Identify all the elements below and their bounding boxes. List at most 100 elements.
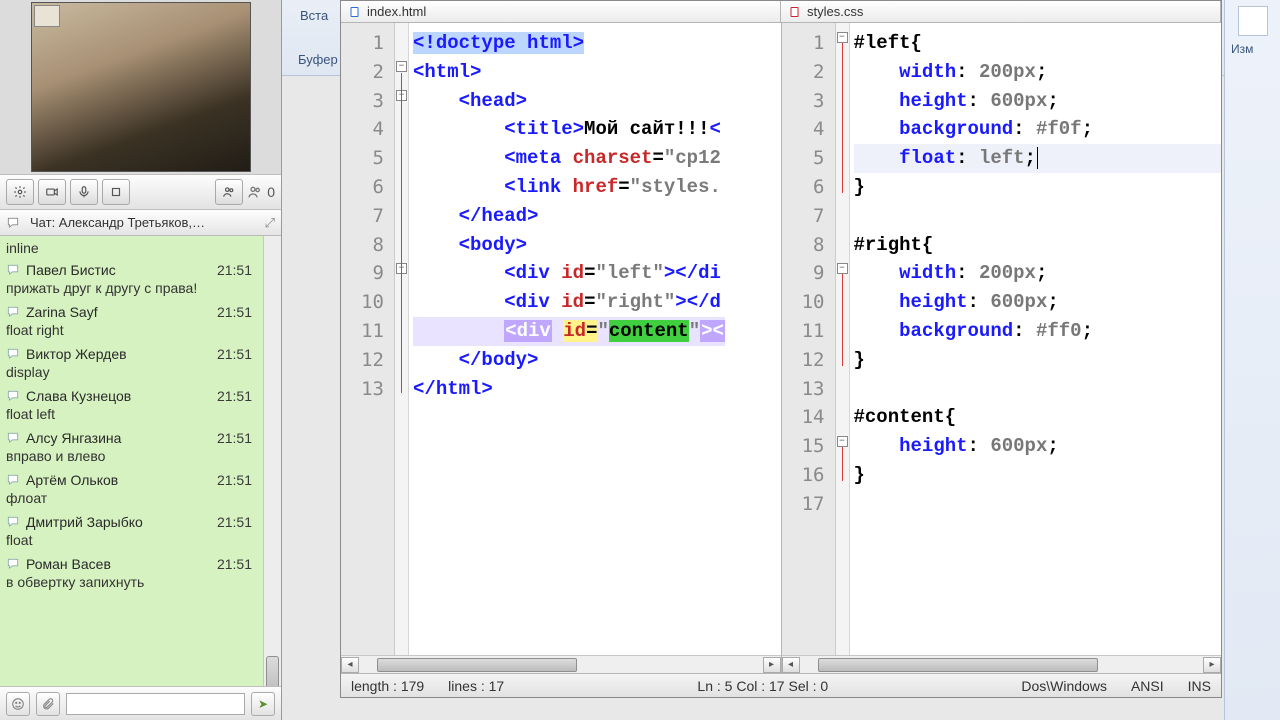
ribbon-style-swatch [1238, 6, 1268, 36]
message-body: float right [6, 322, 252, 338]
ribbon-clipboard-label: Буфер [298, 52, 338, 67]
chat-message: Артём Ольков 21:51 флоат [6, 472, 252, 506]
message-time: 21:51 [217, 262, 252, 278]
editor-tabbar: index.html styles.css [341, 1, 1221, 23]
message-icon [6, 473, 20, 487]
fold-guide [842, 274, 843, 366]
message-time: 21:51 [217, 472, 252, 488]
chat-message: Виктор Жердев 21:51 display [6, 346, 252, 380]
message-icon [6, 557, 20, 571]
file-icon [349, 6, 361, 18]
hscroll-left-icon[interactable]: ◂ [782, 657, 800, 673]
fold-toggle-icon[interactable]: − [837, 436, 848, 447]
message-author: Павел Бистис [26, 262, 116, 278]
message-author: Роман Васев [26, 556, 111, 572]
participants-icon[interactable] [215, 179, 243, 205]
chat-header: Чат: Александр Третьяков,… ⤢ [0, 210, 281, 236]
file-unsaved-icon [789, 6, 801, 18]
chat-messages[interactable]: inline Павел Бистис21:51прижать друг к д… [0, 236, 281, 686]
status-length: length : 179 [351, 678, 424, 694]
fold-guide [842, 447, 843, 481]
message-icon [6, 305, 20, 319]
tab-label: index.html [367, 4, 426, 19]
hscrollbar-right[interactable]: ◂ ▸ [782, 655, 1222, 673]
hscroll-thumb[interactable] [818, 658, 1098, 672]
expand-icon[interactable]: ⤢ [265, 215, 275, 231]
hscroll-left-icon[interactable]: ◂ [341, 657, 359, 673]
hscrollbar-left[interactable]: ◂ ▸ [341, 655, 781, 673]
fold-column[interactable]: − − − [395, 23, 409, 655]
hscroll-thumb[interactable] [377, 658, 577, 672]
message-icon [6, 431, 20, 445]
message-body: вправо и влево [6, 448, 252, 464]
message-author: Алсу Янгазина [26, 430, 121, 446]
statusbar: length : 179 lines : 17 Ln : 5 Col : 17 … [341, 673, 1221, 697]
presenter-avatar-icon [34, 5, 60, 27]
message-body: флоат [6, 490, 252, 506]
attach-icon[interactable] [36, 692, 60, 716]
chat-scrollbar-thumb[interactable] [266, 656, 279, 686]
pane-css: 1234567891011121314151617 − − − #left{ w… [782, 23, 1222, 673]
emoji-icon[interactable] [6, 692, 30, 716]
pane-html: 12345678910111213 − − − <!doctype html> … [341, 23, 782, 673]
mic-icon[interactable] [70, 179, 98, 205]
message-time: 21:51 [217, 514, 252, 530]
stop-icon[interactable] [102, 179, 130, 205]
webcam-container [0, 0, 281, 174]
chat-message: Павел Бистис21:51прижать друг к другу с … [6, 262, 252, 296]
tab-label: styles.css [807, 4, 863, 19]
chat-message: Алсу Янгазина21:51вправо и влево [6, 430, 252, 464]
chat-message: Дмитрий Зарыбко21:51float [6, 514, 252, 548]
line-gutter: 12345678910111213 [341, 23, 395, 655]
chat-message: Zarina Sayf21:51float right [6, 304, 252, 338]
message-body: display [6, 364, 252, 380]
webcam-icon[interactable] [38, 179, 66, 205]
fold-column[interactable]: − − − [836, 23, 850, 655]
status-encoding: ANSI [1131, 678, 1164, 694]
fold-toggle-icon[interactable]: − [837, 32, 848, 43]
message-icon [6, 263, 20, 277]
message-time: 21:51 [217, 346, 252, 362]
message-time: 21:51 [217, 388, 252, 404]
line-gutter: 1234567891011121314151617 [782, 23, 836, 655]
status-position: Ln : 5 Col : 17 Sel : 0 [697, 678, 828, 694]
message-author: Слава Кузнецов [26, 388, 131, 404]
code-area-html[interactable]: <!doctype html> <html> <head> <title>Мой… [409, 23, 781, 655]
message-author: Артём Ольков [26, 472, 118, 488]
status-eol: Dos\Windows [1021, 678, 1107, 694]
webcam-video[interactable] [31, 2, 251, 172]
hscroll-right-icon[interactable]: ▸ [763, 657, 781, 673]
message-author: Виктор Жердев [26, 346, 127, 362]
hscroll-right-icon[interactable]: ▸ [1203, 657, 1221, 673]
chat-message: Роман Васев 21:51 в обвертку запихнуть [6, 556, 252, 590]
fold-toggle-icon[interactable]: − [396, 61, 407, 72]
status-lines: lines : 17 [448, 678, 504, 694]
ribbon-edit-label: Изм [1225, 42, 1280, 56]
fold-guide [401, 73, 402, 393]
status-insert-mode: INS [1188, 678, 1211, 694]
message-body: в обвертку запихнуть [6, 574, 252, 590]
chat-title: Чат: Александр Третьяков,… [30, 215, 205, 230]
tab-index-html[interactable]: index.html [341, 1, 781, 22]
fold-toggle-icon[interactable]: − [837, 263, 848, 274]
message-body: float left [6, 406, 252, 422]
code-area-css[interactable]: #left{ width: 200px; height: 600px; back… [850, 23, 1222, 655]
conference-panel: 0 Чат: Александр Третьяков,… ⤢ inline Па… [0, 0, 282, 720]
message-author: Zarina Sayf [26, 304, 98, 320]
code-editor: index.html styles.css 12345678910111213 … [340, 0, 1222, 698]
text-caret [1037, 147, 1038, 169]
chat-fragment: inline [6, 240, 252, 256]
send-icon[interactable]: ➤ [251, 692, 275, 716]
ribbon-right-sliver: Изм [1224, 0, 1280, 720]
message-icon [6, 347, 20, 361]
webcam-toolbar: 0 [0, 174, 281, 210]
settings-gear-icon[interactable] [6, 179, 34, 205]
tab-styles-css[interactable]: styles.css [781, 1, 1221, 22]
message-icon [6, 389, 20, 403]
chat-input-row: ➤ [0, 686, 281, 720]
chat-scrollbar[interactable] [263, 236, 281, 686]
message-time: 21:51 [217, 556, 252, 572]
chat-input[interactable] [66, 693, 245, 715]
message-author: Дмитрий Зарыбко [26, 514, 143, 530]
fold-guide [842, 43, 843, 193]
